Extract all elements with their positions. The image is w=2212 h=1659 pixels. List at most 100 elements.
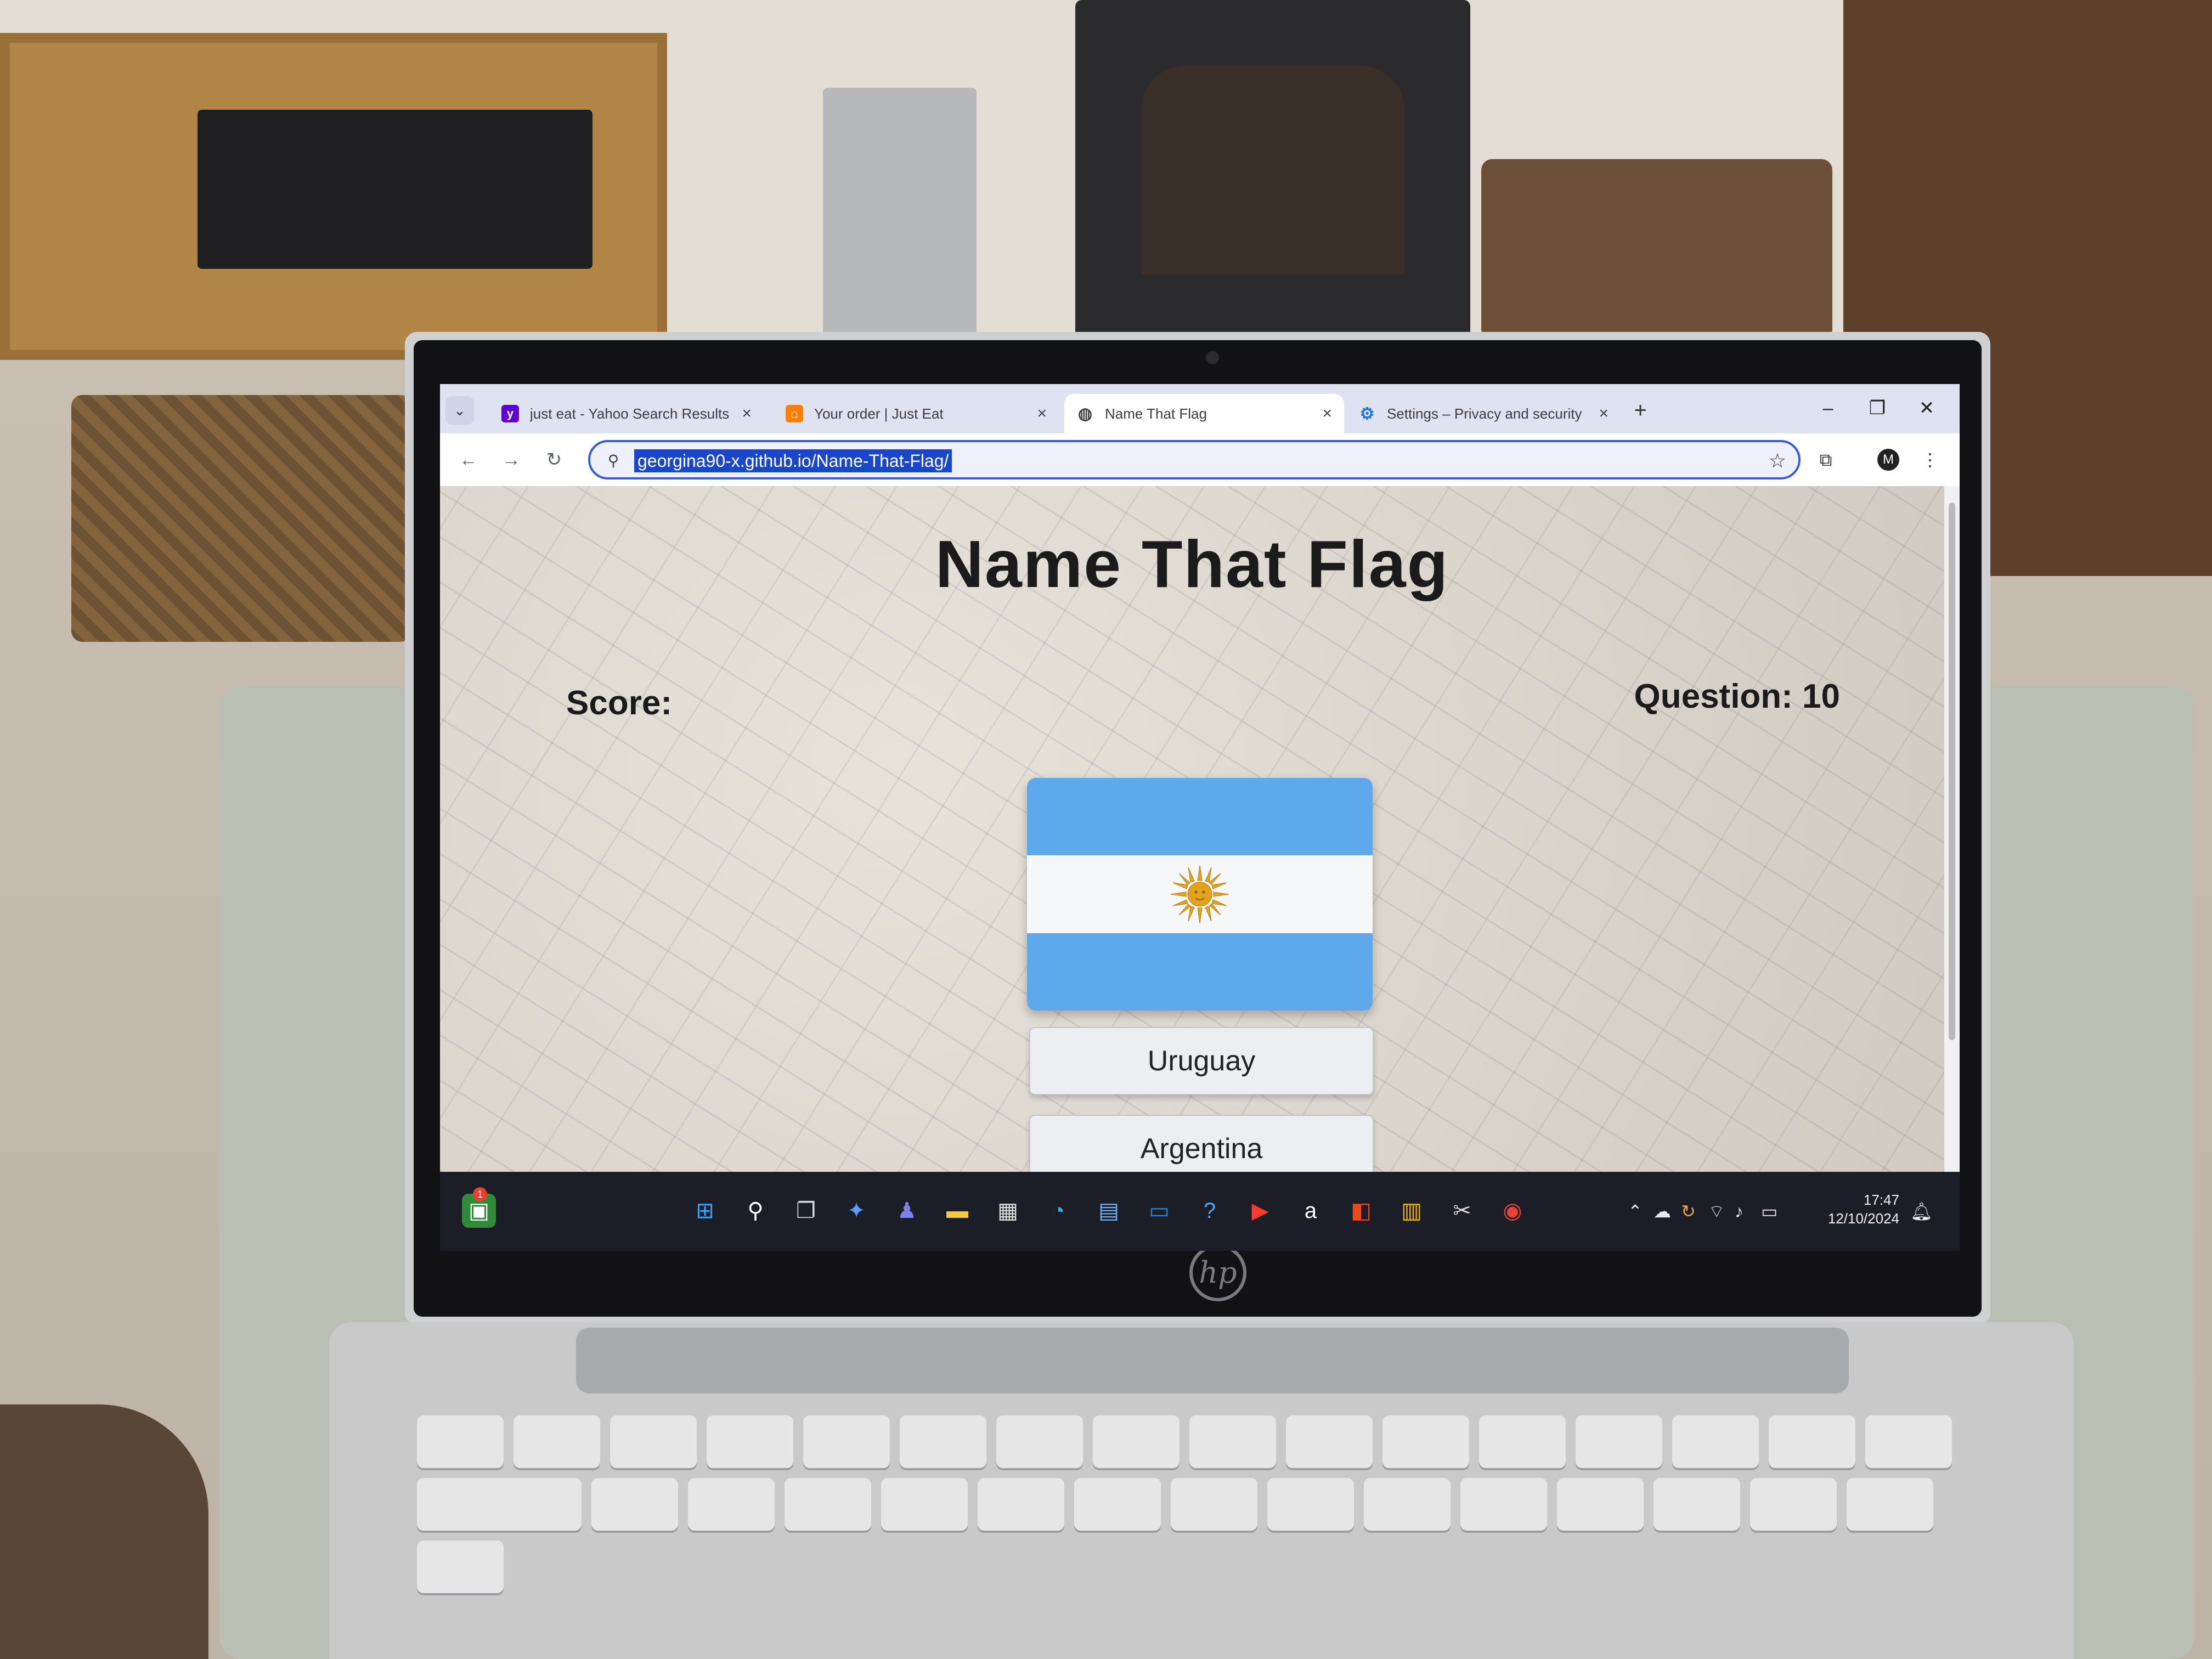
close-icon[interactable]: ×	[742, 404, 752, 423]
answer-button-1[interactable]: Uruguay	[1029, 1027, 1374, 1095]
close-icon: ✕	[1918, 398, 1935, 419]
browser-menu-button[interactable]: ⋮	[1916, 445, 1944, 474]
tab-title: Your order | Just Eat	[814, 405, 944, 422]
chrome-button[interactable]: ◉	[1496, 1194, 1530, 1228]
close-icon[interactable]: ×	[1322, 404, 1332, 423]
key	[1286, 1415, 1373, 1468]
tab-title: Name That Flag	[1105, 405, 1207, 422]
clock-date: 12/10/2024	[1827, 1210, 1899, 1227]
address-bar[interactable]: ⚲ georgina90-x.github.io/Name-That-Flag/…	[588, 440, 1801, 479]
webcam	[1206, 351, 1219, 364]
arrow-right-icon: →	[502, 449, 521, 470]
page-title: Name That Flag	[935, 527, 1449, 601]
gear-icon: ⚙	[1359, 404, 1375, 423]
back-button[interactable]: ←	[453, 444, 484, 475]
close-window-button[interactable]: ✕	[1905, 392, 1949, 425]
tab-title: Settings – Privacy and security	[1387, 405, 1582, 422]
key	[881, 1478, 968, 1531]
profile-avatar[interactable]: M	[1877, 449, 1899, 471]
key	[1654, 1478, 1740, 1531]
system-clock[interactable]: 17:47 12/10/2024	[1817, 1190, 1899, 1228]
snipping-tool-button[interactable]: ✂	[1445, 1194, 1479, 1228]
answer-button-2[interactable]: Argentina	[1029, 1115, 1374, 1172]
extensions-button[interactable]: ⧉	[1812, 445, 1840, 474]
store-button[interactable]: ▤	[1092, 1194, 1126, 1228]
minimize-button[interactable]: –	[1806, 392, 1850, 425]
forward-button[interactable]: →	[496, 444, 527, 475]
notification-bell-icon[interactable]: 🔔︎	[1910, 1198, 1933, 1224]
new-tab-button[interactable]: +	[1625, 395, 1656, 426]
app-button[interactable]: ▦	[991, 1194, 1025, 1228]
onedrive-icon[interactable]: ☁	[1654, 1198, 1671, 1224]
key	[1576, 1415, 1662, 1468]
myhp-button[interactable]: ▭	[1142, 1194, 1176, 1228]
key	[785, 1478, 871, 1531]
tab-just-eat-order[interactable]: ⌂ Your order | Just Eat ×	[774, 394, 1059, 433]
sync-icon[interactable]: ↻	[1681, 1198, 1696, 1224]
footstool	[0, 1404, 208, 1659]
url-text[interactable]: georgina90-x.github.io/Name-That-Flag/	[634, 449, 952, 472]
key	[1074, 1478, 1161, 1531]
laptop-screen: ⌄ y just eat - Yahoo Search Results × ⌂ …	[440, 384, 1960, 1251]
chevron-up-icon[interactable]: ⌃	[1628, 1198, 1643, 1224]
file-explorer-button[interactable]: ▬	[940, 1194, 974, 1228]
chrome-icon: ◉	[1503, 1199, 1522, 1223]
wifi-icon[interactable]: ⌔	[1708, 1198, 1725, 1224]
reload-icon: ↻	[546, 449, 562, 470]
page-scrollbar[interactable]	[1944, 486, 1960, 1172]
amazon-button[interactable]: a	[1294, 1194, 1328, 1228]
key	[591, 1478, 678, 1531]
key	[514, 1415, 600, 1468]
app-button[interactable]: ▥	[1395, 1194, 1429, 1228]
close-icon[interactable]: ×	[1599, 404, 1609, 423]
tab-name-that-flag[interactable]: ◍ Name That Flag ×	[1064, 394, 1344, 433]
teams-button[interactable]: ♟	[890, 1194, 924, 1228]
edge-button[interactable]: ◔	[1041, 1194, 1075, 1228]
key	[1383, 1415, 1469, 1468]
battery-icon[interactable]: ▭	[1761, 1198, 1778, 1224]
site-info-icon[interactable]: ⚲	[602, 450, 624, 472]
tab-settings-privacy[interactable]: ⚙ Settings – Privacy and security ×	[1346, 394, 1621, 433]
colorful-app-icon: ▥	[1401, 1199, 1422, 1223]
widgets-icon: ▣	[469, 1199, 489, 1223]
copilot-button[interactable]: ✦	[839, 1194, 873, 1228]
arrow-left-icon: ←	[459, 449, 478, 470]
tab-strip: ⌄ y just eat - Yahoo Search Results × ⌂ …	[440, 384, 1960, 433]
start-button[interactable]: ⊞	[688, 1194, 722, 1228]
question-counter: Question: 10	[1634, 678, 1840, 715]
scrollbar-thumb[interactable]	[1949, 503, 1955, 1040]
tab-yahoo-search[interactable]: y just eat - Yahoo Search Results ×	[489, 394, 764, 433]
key	[1460, 1478, 1547, 1531]
restore-button[interactable]: ❐	[1855, 392, 1899, 425]
search-button[interactable]: ⚲	[738, 1194, 772, 1228]
bookmark-star-icon[interactable]: ☆	[1769, 448, 1786, 474]
key	[803, 1415, 890, 1468]
store-icon: ▤	[1098, 1199, 1119, 1223]
speaker-icon[interactable]: ♪	[1735, 1198, 1743, 1224]
key	[1865, 1415, 1952, 1468]
kebab-menu-icon: ⋮	[1921, 450, 1939, 470]
reload-button[interactable]: ↻	[539, 444, 569, 475]
myhp-icon: ▭	[1149, 1199, 1170, 1223]
youtube-button[interactable]: ▶	[1243, 1194, 1277, 1228]
youtube-icon: ▶	[1251, 1199, 1269, 1223]
key	[1171, 1478, 1257, 1531]
key	[610, 1415, 697, 1468]
office-icon: ◧	[1351, 1199, 1372, 1223]
task-view-icon: ❐	[796, 1199, 816, 1223]
key	[1189, 1415, 1276, 1468]
web-page: Name That Flag Score: Question: 10 Urugu…	[440, 486, 1944, 1172]
browser-toolbar: ← → ↻ ⚲ georgina90-x.github.io/Name-That…	[440, 433, 1960, 486]
windows-taskbar: ▣ 1 ⊞ ⚲ ❐ ✦ ♟ ▬ ▦ ◔ ▤ ▭ ? ▶ a ◧ ▥ ✂ ◉ ⌃ …	[440, 1172, 1960, 1251]
key	[417, 1541, 504, 1593]
help-button[interactable]: ?	[1193, 1194, 1227, 1228]
office-button[interactable]: ◧	[1344, 1194, 1378, 1228]
sun-of-may-icon	[1170, 865, 1229, 924]
close-icon[interactable]: ×	[1037, 404, 1047, 423]
key	[1750, 1478, 1837, 1531]
task-view-button[interactable]: ❐	[789, 1194, 823, 1228]
flag-stripe-top	[1027, 778, 1373, 856]
tab-search-button[interactable]: ⌄	[445, 396, 474, 425]
flag-stripe-bottom	[1027, 933, 1373, 1011]
minimize-icon: –	[1822, 398, 1833, 419]
